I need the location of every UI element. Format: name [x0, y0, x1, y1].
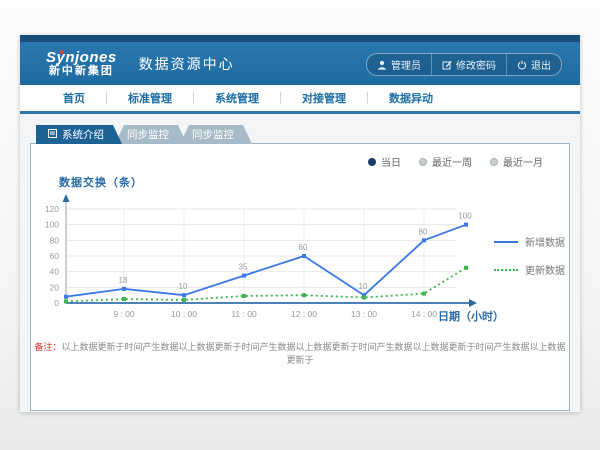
user-menu-label: 管理员 [391, 57, 421, 72]
svg-text:10: 10 [359, 282, 368, 291]
svg-text:12 : 00: 12 : 00 [291, 309, 317, 319]
footnote-text: 以上数据更新于时间产生数据以上数据更新于时间产生数据以上数据更新于时间产生数据以… [62, 342, 566, 365]
header-actions: 管理员 修改密码 退出 [366, 53, 562, 76]
chart-y-axis-title: 数据交换（条） [59, 174, 143, 190]
chart-legend: 新增数据 更新数据 [494, 234, 565, 290]
footnote: 备注：以上数据更新于时间产生数据以上数据更新于时间产生数据以上数据更新于时间产生… [31, 340, 569, 366]
svg-text:60: 60 [299, 243, 308, 252]
time-range-filter: 当日 最近一周 最近一月 [368, 154, 543, 169]
svg-text:40: 40 [50, 267, 60, 277]
logout-button[interactable]: 退出 [506, 54, 561, 75]
filter-option-label: 最近一月 [503, 154, 543, 169]
svg-text:10 : 00: 10 : 00 [171, 309, 197, 319]
filter-option-today[interactable]: 当日 [368, 154, 401, 169]
filter-option-last-month[interactable]: 最近一月 [490, 154, 543, 169]
brand-logo: Synjones 新中新集团 [46, 50, 117, 77]
svg-text:100: 100 [45, 220, 59, 230]
filter-option-last-week[interactable]: 最近一周 [419, 154, 472, 169]
radio-unselected-icon [490, 158, 498, 166]
svg-text:100: 100 [458, 212, 472, 221]
legend-item-updated-data: 更新数据 [494, 262, 565, 277]
tab-label: 系统介绍 [62, 127, 104, 142]
nav-item-interface-mgmt[interactable]: 对接管理 [281, 90, 367, 106]
radio-unselected-icon [419, 158, 427, 166]
svg-text:20: 20 [50, 282, 60, 292]
user-menu-button[interactable]: 管理员 [367, 54, 431, 75]
tab-label: 同步监控 [127, 127, 169, 142]
footnote-prefix: 备注： [34, 342, 61, 352]
nav-item-system-mgmt[interactable]: 系统管理 [194, 90, 280, 106]
tab-sync-monitor-1[interactable]: 同步监控 [115, 125, 187, 144]
svg-text:35: 35 [239, 263, 248, 272]
svg-text:14 : 00: 14 : 00 [411, 309, 437, 319]
nav-item-standard-mgmt[interactable]: 标准管理 [107, 90, 193, 106]
logout-label: 退出 [531, 57, 551, 72]
change-password-button[interactable]: 修改密码 [431, 54, 506, 75]
page-title: 数据资源中心 [139, 54, 235, 74]
brand-name: Synjones [46, 50, 117, 66]
filter-option-label: 当日 [381, 154, 401, 169]
app-header: Synjones 新中新集团 数据资源中心 管理员 修改密码 退出 [20, 42, 580, 85]
user-icon [377, 60, 387, 70]
line-chart: 0 20 40 60 80 100 120 9 : 00 10 : 00 11 : 00 12 : … [41, 189, 511, 339]
svg-text:日期（小时）: 日期（小时） [438, 309, 504, 323]
legend-line-dotted-swatch [494, 269, 518, 271]
svg-text:60: 60 [50, 251, 60, 261]
svg-text:80: 80 [419, 227, 428, 236]
tab-sync-monitor-2[interactable]: 同步监控 [180, 125, 252, 144]
tab-bar: 系统介绍 同步监控 同步监控 [36, 125, 252, 144]
window-top-strip [20, 35, 580, 42]
nav-item-home[interactable]: 首页 [42, 90, 106, 106]
brand-red-dot [60, 50, 64, 54]
app-window: Synjones 新中新集团 数据资源中心 管理员 修改密码 退出 [20, 35, 580, 412]
svg-text:10: 10 [179, 282, 188, 291]
filter-option-label: 最近一周 [432, 154, 472, 169]
svg-text:11 : 00: 11 : 00 [231, 309, 257, 319]
legend-line-solid-swatch [494, 241, 518, 243]
svg-text:80: 80 [50, 235, 60, 245]
document-icon [48, 129, 57, 141]
content-panel: 当日 最近一周 最近一月 数据交换（条） 0 20 40 60 80 100 120 9 : … [30, 143, 570, 411]
legend-label: 更新数据 [525, 262, 565, 277]
change-password-label: 修改密码 [456, 57, 496, 72]
content-area: 系统介绍 同步监控 同步监控 当日 最近一周 [20, 114, 580, 412]
svg-text:13 : 00: 13 : 00 [351, 309, 377, 319]
svg-text:9 : 00: 9 : 00 [113, 309, 135, 319]
power-icon [517, 60, 527, 70]
tab-system-intro[interactable]: 系统介绍 [36, 125, 122, 144]
nav-item-data-change[interactable]: 数据异动 [368, 90, 454, 106]
main-nav: 首页 标准管理 系统管理 对接管理 数据异动 [20, 85, 580, 111]
svg-text:18: 18 [119, 276, 128, 285]
svg-text:120: 120 [45, 204, 59, 214]
tab-label: 同步监控 [192, 127, 234, 142]
svg-text:0: 0 [54, 298, 59, 308]
brand-company: 新中新集团 [46, 66, 117, 78]
legend-item-new-data: 新增数据 [494, 234, 565, 249]
legend-label: 新增数据 [525, 234, 565, 249]
edit-icon [442, 60, 452, 70]
radio-selected-icon [368, 158, 376, 166]
